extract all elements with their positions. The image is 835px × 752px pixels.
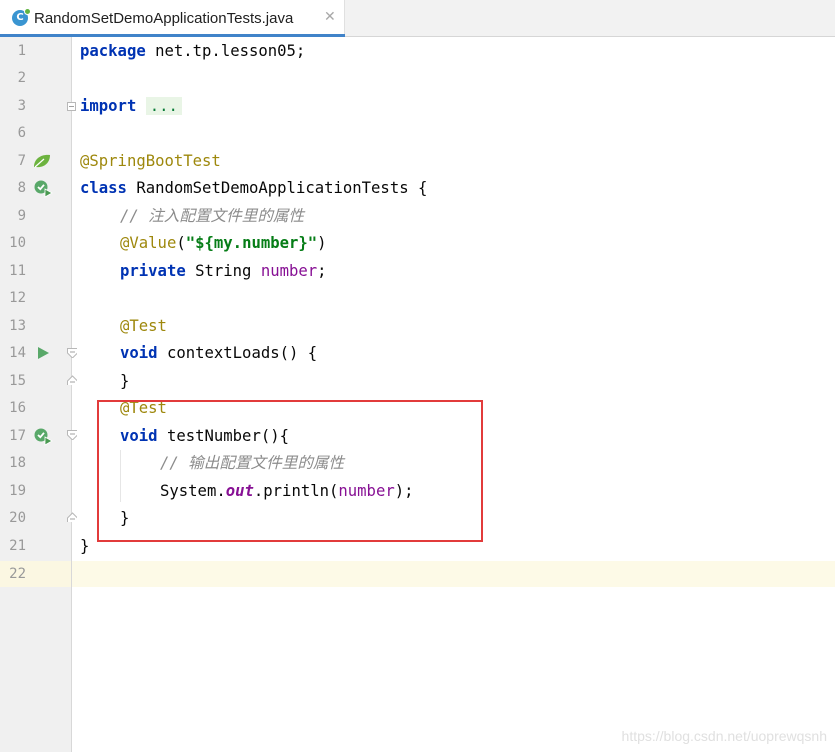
code-line-10[interactable]: @Value("${my.number}"): [120, 230, 327, 256]
fold-start-icon[interactable]: [67, 430, 77, 440]
code-line-11[interactable]: private String number;: [120, 258, 327, 284]
line-number: 19: [9, 483, 26, 499]
line-number: 18: [9, 455, 26, 471]
line-number: 1: [17, 43, 26, 59]
run-test-class-icon[interactable]: [33, 179, 53, 199]
code-line-21[interactable]: }: [80, 533, 89, 559]
run-test-icon[interactable]: [36, 346, 50, 360]
fold-end-icon[interactable]: [67, 375, 77, 385]
paren: ): [317, 234, 327, 252]
class-declaration: RandomSetDemoApplicationTests {: [126, 179, 428, 197]
comment: // 注入配置文件里的属性: [120, 207, 305, 225]
keyword: void: [120, 344, 158, 362]
line-number: 11: [9, 263, 26, 279]
fold-end-icon[interactable]: [67, 512, 77, 522]
keyword: private: [120, 262, 186, 280]
line-number: 17: [9, 428, 26, 444]
code-line-9[interactable]: // 注入配置文件里的属性: [120, 203, 304, 229]
line-number: 21: [9, 538, 26, 554]
string-literal: "${my.number}": [185, 234, 318, 252]
keyword: package: [80, 42, 146, 60]
line-number: 6: [17, 125, 26, 141]
spring-bean-icon[interactable]: [32, 152, 52, 170]
line-number: 22: [9, 566, 26, 582]
editor-tab-bar: C RandomSetDemoApplicationTests.java ✕: [0, 0, 835, 37]
watermark: https://blog.csdn.net/uoprewqsnh: [621, 728, 827, 744]
code-line-8[interactable]: class RandomSetDemoApplicationTests {: [80, 175, 427, 201]
line-number: 2: [17, 70, 26, 86]
highlight-box: [97, 400, 483, 542]
line-number: 20: [9, 510, 26, 526]
semicolon: ;: [317, 262, 327, 280]
code-line-1[interactable]: package net.tp.lesson05;: [80, 38, 305, 64]
method-declaration: contextLoads() {: [157, 344, 318, 362]
code-line-3[interactable]: import ...: [80, 93, 182, 119]
code-line-14[interactable]: void contextLoads() {: [120, 340, 317, 366]
code-line-7[interactable]: @SpringBootTest: [80, 148, 221, 174]
closing-brace: }: [80, 537, 90, 555]
keyword: class: [80, 179, 127, 197]
line-number: 10: [9, 235, 26, 251]
field-name: number: [260, 262, 318, 280]
tab-title: RandomSetDemoApplicationTests.java: [34, 10, 294, 27]
tab-randomsetdemoapplicationtests[interactable]: C RandomSetDemoApplicationTests.java ✕: [0, 0, 345, 37]
line-number: 16: [9, 400, 26, 416]
code-line-15[interactable]: }: [120, 368, 129, 394]
code-line-13[interactable]: @Test: [120, 313, 167, 339]
line-number: 7: [17, 153, 26, 169]
line-number: 13: [9, 318, 26, 334]
paren: (: [176, 234, 186, 252]
run-test-passed-icon[interactable]: [33, 427, 53, 447]
line-number: 12: [9, 290, 26, 306]
close-icon[interactable]: ✕: [324, 9, 336, 25]
line-number: 15: [9, 373, 26, 389]
line-number: 8: [17, 180, 26, 196]
closing-brace: }: [120, 372, 130, 390]
run-config-dot-icon: [24, 8, 31, 15]
line-number: 9: [17, 208, 26, 224]
keyword: import: [80, 97, 137, 115]
package-name: net.tp.lesson05;: [145, 42, 306, 60]
annotation: @Value: [120, 234, 177, 252]
type-name: String: [185, 262, 261, 280]
annotation: @Test: [120, 317, 167, 335]
line-number: 3: [17, 98, 26, 114]
annotation: @SpringBootTest: [80, 152, 221, 170]
fold-start-icon[interactable]: [67, 348, 77, 358]
folded-imports[interactable]: ...: [145, 97, 182, 115]
line-number: 14: [9, 345, 26, 361]
code-editor[interactable]: [72, 37, 835, 752]
fold-expand-icon[interactable]: [67, 102, 76, 111]
current-line-highlight: [72, 561, 835, 587]
